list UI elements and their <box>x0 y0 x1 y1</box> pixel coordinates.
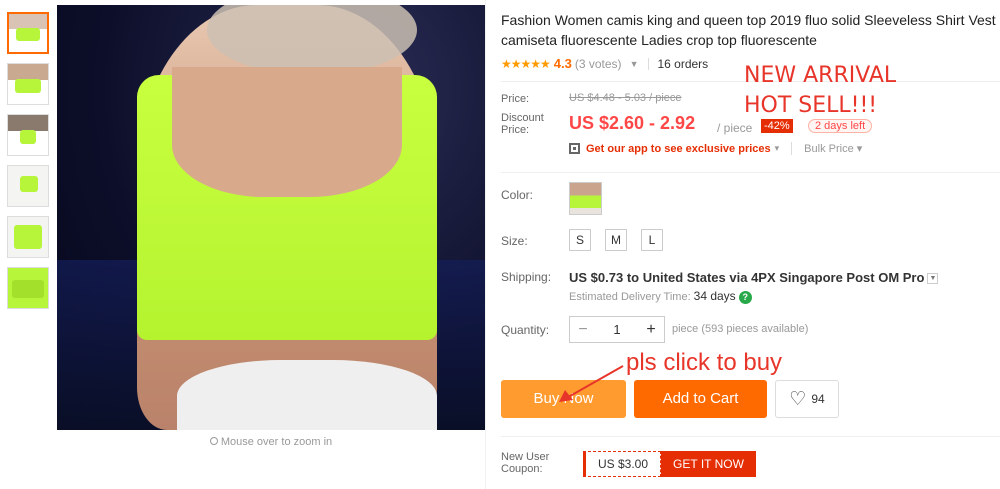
wishlist-button[interactable]: ♡ 94 <box>775 380 839 418</box>
thumbnail[interactable] <box>7 267 49 309</box>
help-icon[interactable]: ? <box>738 290 752 304</box>
separator <box>648 57 650 70</box>
click-to-buy-overlay: pls click to buy <box>626 349 783 376</box>
hot-sell-overlay: HOT SELL!!! <box>744 93 878 118</box>
app-promo-link[interactable]: Get our app to see exclusive prices <box>586 143 771 155</box>
discount-badge: -42% <box>761 119 793 133</box>
delivery-days: 34 days <box>693 289 736 303</box>
size-option-s[interactable]: S <box>569 229 591 251</box>
product-title: Fashion Women camis king and queen top 2… <box>501 12 996 48</box>
thumbnail[interactable] <box>7 63 49 105</box>
quantity-stepper: − 1 + <box>569 316 665 343</box>
main-product-image[interactable] <box>57 5 485 430</box>
orders-count: 16 orders <box>657 56 709 71</box>
add-to-cart-button[interactable]: Add to Cart <box>634 380 767 418</box>
thumbnail[interactable] <box>7 165 49 207</box>
coupon-value: US $3.00 <box>583 451 662 477</box>
zoom-hint: Mouse over to zoom in <box>57 436 485 448</box>
delivery-time: Estimated Delivery Time: 34 days? <box>569 289 752 304</box>
star-rating-icon: ★★★★★ <box>501 56 551 71</box>
original-price: US $4.48 - 5.03 / piece <box>569 92 682 104</box>
votes-link[interactable]: (3 votes) <box>575 57 622 71</box>
size-label: Size: <box>501 234 528 248</box>
coupon-label-line1: New User <box>501 451 550 463</box>
thumbnail-strip <box>7 12 49 318</box>
thumbnail[interactable] <box>7 216 49 258</box>
arrow-overlay-icon <box>559 365 624 402</box>
quantity-label: Quantity: <box>501 323 550 337</box>
chevron-down-icon[interactable]: ▼ <box>927 273 939 285</box>
chevron-down-icon[interactable]: ▼ <box>630 59 639 69</box>
chevron-down-icon[interactable]: ▾ <box>775 143 780 154</box>
pieces-available: piece (593 pieces available) <box>672 323 809 335</box>
shipping-label: Shipping: <box>501 270 552 284</box>
heart-icon: ♡ <box>789 388 807 410</box>
new-arrival-overlay: NEW ARRIVAL <box>744 63 897 88</box>
thumbnail[interactable] <box>7 12 49 54</box>
product-info: Fashion Women camis king and queen top 2… <box>501 10 996 71</box>
coupon-label-line2: Coupon: <box>501 463 543 475</box>
days-left-badge: 2 days left <box>808 119 873 133</box>
size-option-l[interactable]: L <box>641 229 663 251</box>
shipping-text: US $0.73 to United States via 4PX Singap… <box>569 270 925 285</box>
unit-label: / piece <box>717 121 753 135</box>
size-option-m[interactable]: M <box>605 229 627 251</box>
rating-value: 4.3 <box>553 56 572 71</box>
discount-price-label-line1: Discount <box>501 112 544 124</box>
qr-code-icon <box>569 143 580 154</box>
get-coupon-button[interactable]: GET IT NOW <box>661 451 756 477</box>
coupon: US $3.00 GET IT NOW <box>583 451 756 477</box>
quantity-input[interactable]: 1 <box>596 322 638 337</box>
price-label: Price: <box>501 93 530 105</box>
app-promo-row: Get our app to see exclusive prices ▾ Bu… <box>569 142 862 155</box>
discount-price-label-line2: Price: <box>501 124 530 136</box>
wishlist-count: 94 <box>811 392 825 406</box>
discount-price: US $2.60 - 2.92 <box>569 113 696 133</box>
product-page: Mouse over to zoom in Fashion Women cami… <box>0 0 1000 489</box>
color-option[interactable] <box>569 182 602 215</box>
color-label: Color: <box>501 188 534 202</box>
shipping-info[interactable]: US $0.73 to United States via 4PX Singap… <box>569 270 939 285</box>
increment-button[interactable]: + <box>638 321 664 339</box>
thumbnail[interactable] <box>7 114 49 156</box>
decrement-button[interactable]: − <box>570 321 596 339</box>
magnifier-icon <box>209 437 218 445</box>
bulk-price-link[interactable]: Bulk Price ▾ <box>791 142 862 155</box>
